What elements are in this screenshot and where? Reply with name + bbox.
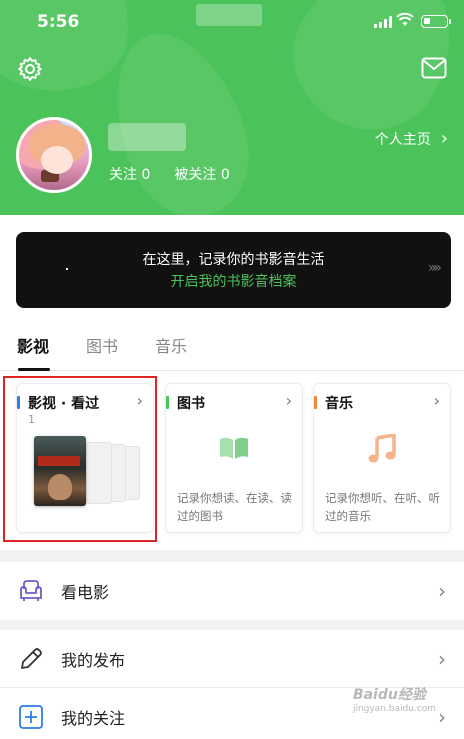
menu-label: 看电影 [61,583,110,602]
profile-header: 5:56 关注 0 被关注 0 个人主页 › [0,0,464,215]
battery-icon [421,15,451,28]
card-accent-bar [314,396,317,409]
baidu-watermark: Baidu经验 jingyan.baidu.com [352,687,436,714]
settings-gear-icon[interactable] [17,56,43,82]
tab-music[interactable]: 音乐 [155,333,187,357]
active-tab-indicator [18,368,50,371]
menu-item-my-posts[interactable]: 我的发布 › [0,630,464,688]
chevron-right-icon: › [285,391,292,410]
pencil-icon [21,648,42,669]
archive-banner[interactable]: 在这里，记录你的书影音生活 开启我的书影音档案 »» [16,232,451,308]
following-stat[interactable]: 关注 0 [109,164,150,184]
chevron-right-icon: › [438,705,446,729]
status-time: 5:56 [37,12,80,32]
card-title: 音乐 [325,396,353,412]
chevron-right-icon: › [438,579,446,603]
card-description: 记录你想读、在读、读过的图书 [177,491,292,523]
signal-icon [374,16,392,28]
personal-homepage-link[interactable]: 个人主页 › [375,129,448,149]
banner-cta[interactable]: 开启我的书影音档案 [16,271,451,291]
menu-item-watch-movies[interactable]: 看电影 › [0,562,464,620]
menu-label: 我的关注 [61,709,126,728]
banner-headline: 在这里，记录你的书影音生活 [142,252,325,268]
media-tabs: 影视 图书 音乐 [0,333,464,371]
chevron-right-icon: › [438,647,446,671]
card-description: 记录你想听、在听、听过的音乐 [325,491,440,523]
chevron-right-icon: › [440,128,448,149]
status-bar: 5:56 [0,0,464,44]
user-avatar[interactable] [16,117,92,193]
plus-square-icon [19,705,43,729]
blurred-username [108,123,186,151]
double-chevron-icon: »» [427,260,442,276]
menu-label: 我的发布 [61,651,126,670]
annotation-highlight-box [3,376,157,542]
tab-books[interactable]: 图书 [86,333,118,357]
followers-stat[interactable]: 被关注 0 [174,164,229,184]
chevron-right-icon: › [433,391,440,410]
follow-stats: 关注 0 被关注 0 [109,164,230,184]
card-accent-bar [166,396,169,409]
armchair-icon [20,580,42,601]
tab-movies[interactable]: 影视 [17,333,49,357]
card-music[interactable]: 音乐 › 记录你想听、在听、听过的音乐 [313,383,451,533]
card-books[interactable]: 图书 › 记录你想读、在读、读过的图书 [165,383,303,533]
card-title: 图书 [177,396,205,412]
wifi-icon [396,12,414,26]
open-book-icon [220,437,248,459]
blurred-carrier [196,4,262,26]
mail-icon[interactable] [421,57,447,79]
music-note-icon [368,434,396,463]
